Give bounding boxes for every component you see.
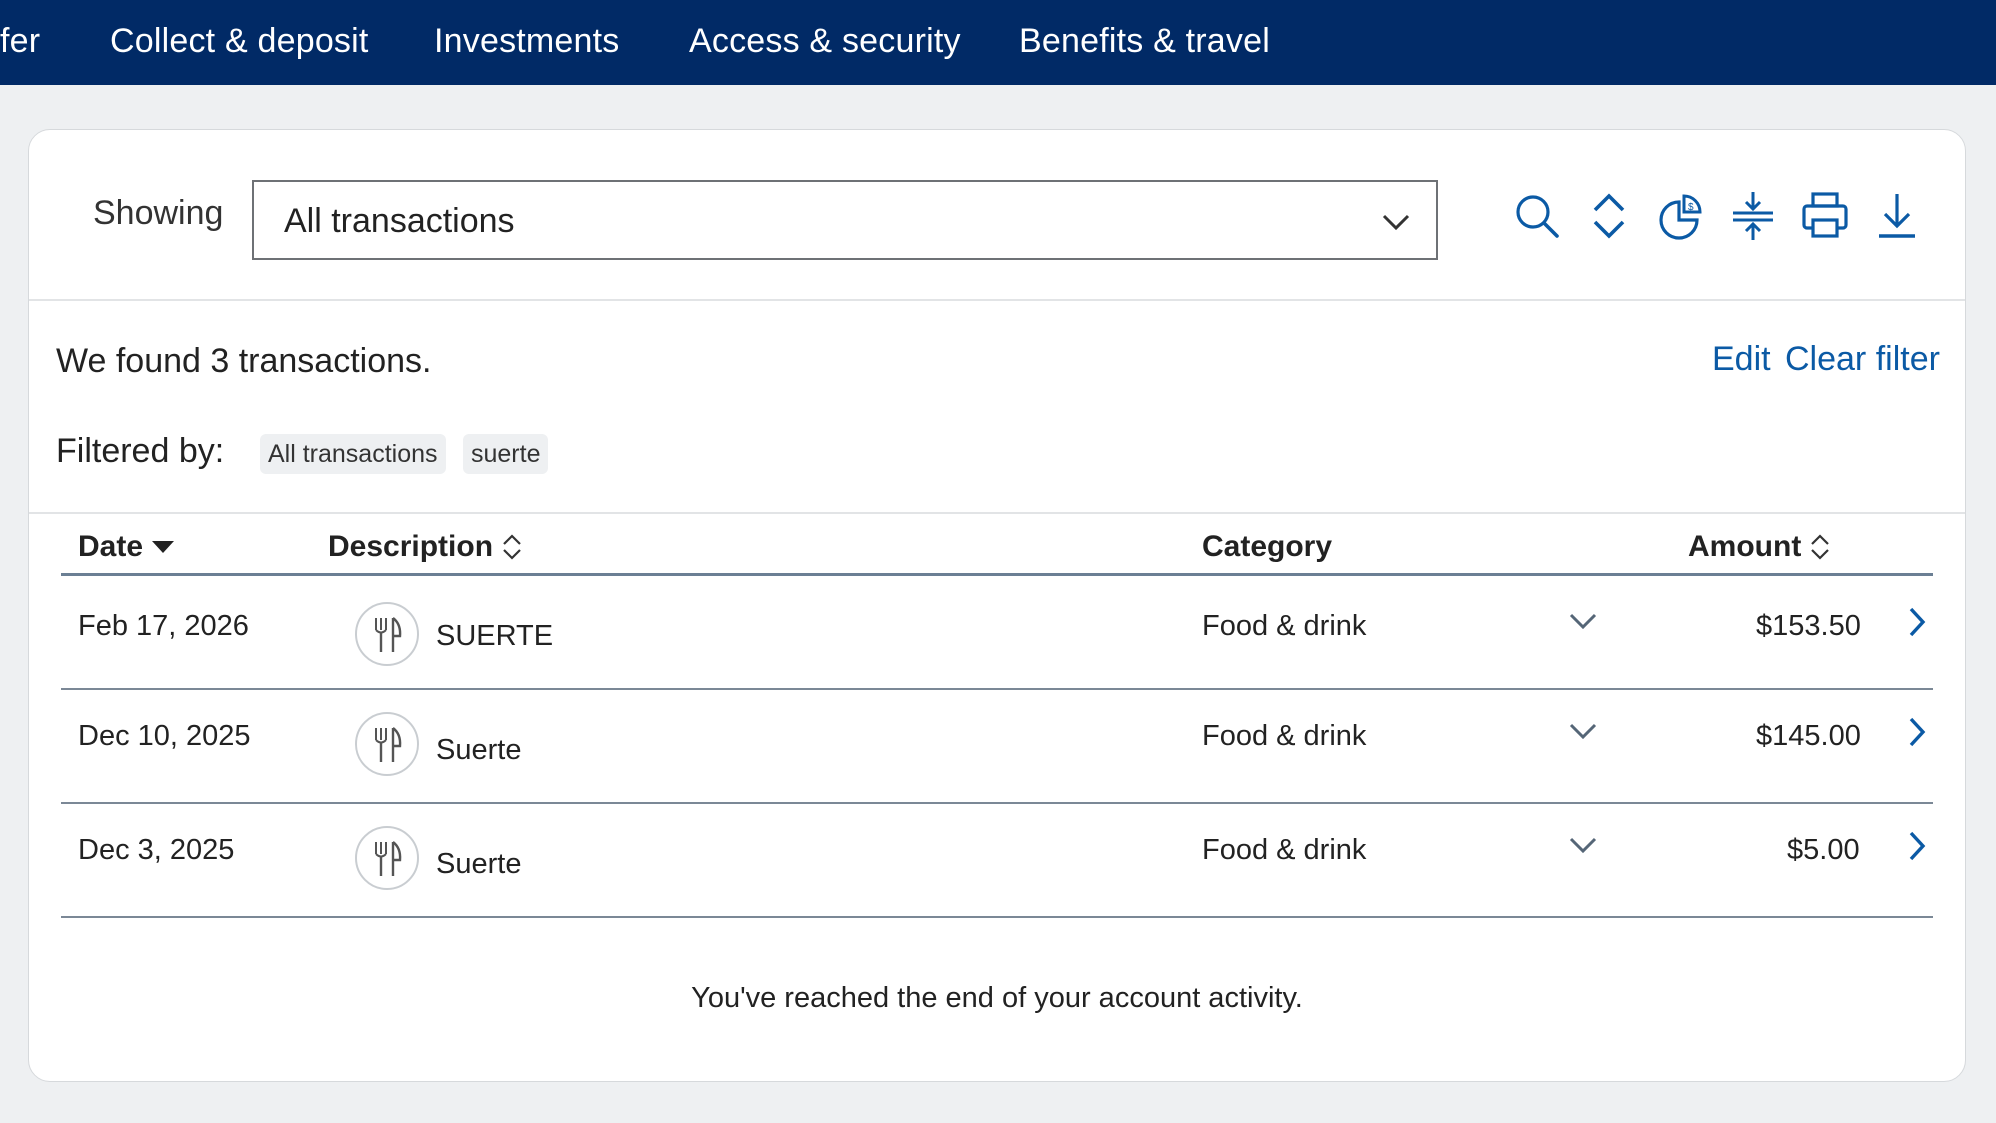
row-date: Dec 10, 2025	[78, 720, 251, 752]
row-category: Food & drink	[1202, 720, 1367, 752]
table-row[interactable]: Feb 17, 2026 SUERTE Food & drink $153.50	[61, 576, 1933, 690]
row-date: Dec 3, 2025	[78, 834, 235, 866]
top-navigation: fer Collect & deposit Investments Access…	[0, 0, 1996, 85]
chevron-right-icon[interactable]	[1907, 716, 1927, 748]
clear-filter-link[interactable]: Clear filter	[1785, 340, 1940, 379]
showing-label: Showing	[93, 194, 224, 232]
sort-icon	[1811, 534, 1830, 560]
table-row[interactable]: Dec 10, 2025 Suerte Food & drink $145.00	[61, 690, 1933, 804]
collapse-icon[interactable]	[1729, 190, 1777, 242]
row-description[interactable]: Suerte	[436, 734, 521, 767]
column-header-label: Description	[328, 530, 494, 563]
end-of-activity-message: You've reached the end of your account a…	[691, 982, 1303, 1014]
category-dropdown-icon[interactable]	[1569, 836, 1597, 856]
row-category: Food & drink	[1202, 834, 1367, 866]
category-dropdown-icon[interactable]	[1569, 722, 1597, 742]
row-description[interactable]: SUERTE	[436, 620, 553, 653]
food-drink-icon	[355, 602, 419, 666]
results-summary: We found 3 transactions.	[56, 342, 432, 380]
sort-icon	[503, 534, 521, 560]
filter-chip-keyword: suerte	[463, 434, 549, 474]
svg-text:$: $	[1688, 202, 1694, 213]
column-header-date[interactable]: Date	[78, 530, 175, 564]
column-header-amount[interactable]: Amount	[1688, 530, 1831, 564]
download-icon[interactable]	[1873, 190, 1921, 242]
divider	[29, 512, 1965, 514]
row-date: Feb 17, 2026	[78, 610, 249, 642]
transactions-card: Showing All transactions $ We found 3 tr…	[28, 129, 1966, 1082]
row-amount: $145.00	[1756, 720, 1861, 752]
chevron-right-icon[interactable]	[1907, 606, 1927, 638]
filtered-by-label: Filtered by:	[56, 432, 225, 470]
row-amount: $5.00	[1787, 834, 1860, 866]
column-header-description[interactable]: Description	[328, 530, 523, 564]
search-icon[interactable]	[1513, 190, 1561, 242]
edit-filter-link[interactable]: Edit	[1712, 340, 1771, 379]
row-amount: $153.50	[1756, 610, 1861, 642]
select-value: All transactions	[284, 202, 515, 240]
chevron-down-icon	[1382, 214, 1410, 231]
chevron-right-icon[interactable]	[1907, 830, 1927, 862]
table-row[interactable]: Dec 3, 2025 Suerte Food & drink $5.00	[61, 804, 1933, 918]
spending-chart-icon[interactable]: $	[1657, 190, 1705, 242]
print-icon[interactable]	[1801, 190, 1849, 242]
nav-item-investments[interactable]: Investments	[434, 0, 620, 85]
row-category: Food & drink	[1202, 610, 1367, 642]
column-header-category: Category	[1202, 530, 1332, 564]
nav-item-access-security[interactable]: Access & security	[689, 0, 961, 85]
food-drink-icon	[355, 712, 419, 776]
column-header-label: Category	[1202, 530, 1333, 563]
food-drink-icon	[355, 826, 419, 890]
transaction-type-select[interactable]: All transactions	[252, 180, 1438, 260]
row-description[interactable]: Suerte	[436, 848, 521, 881]
category-dropdown-icon[interactable]	[1569, 612, 1597, 632]
sort-icon[interactable]	[1585, 190, 1633, 242]
column-header-label: Amount	[1688, 530, 1802, 563]
nav-item-benefits-travel[interactable]: Benefits & travel	[1019, 0, 1270, 85]
filter-toolbar: Showing All transactions $	[29, 130, 1965, 301]
nav-item-transfer[interactable]: fer	[0, 0, 40, 85]
column-header-label: Date	[78, 530, 144, 563]
sort-descending-icon	[152, 541, 175, 553]
filter-chip-type: All transactions	[260, 434, 446, 474]
nav-item-collect-deposit[interactable]: Collect & deposit	[110, 0, 369, 85]
